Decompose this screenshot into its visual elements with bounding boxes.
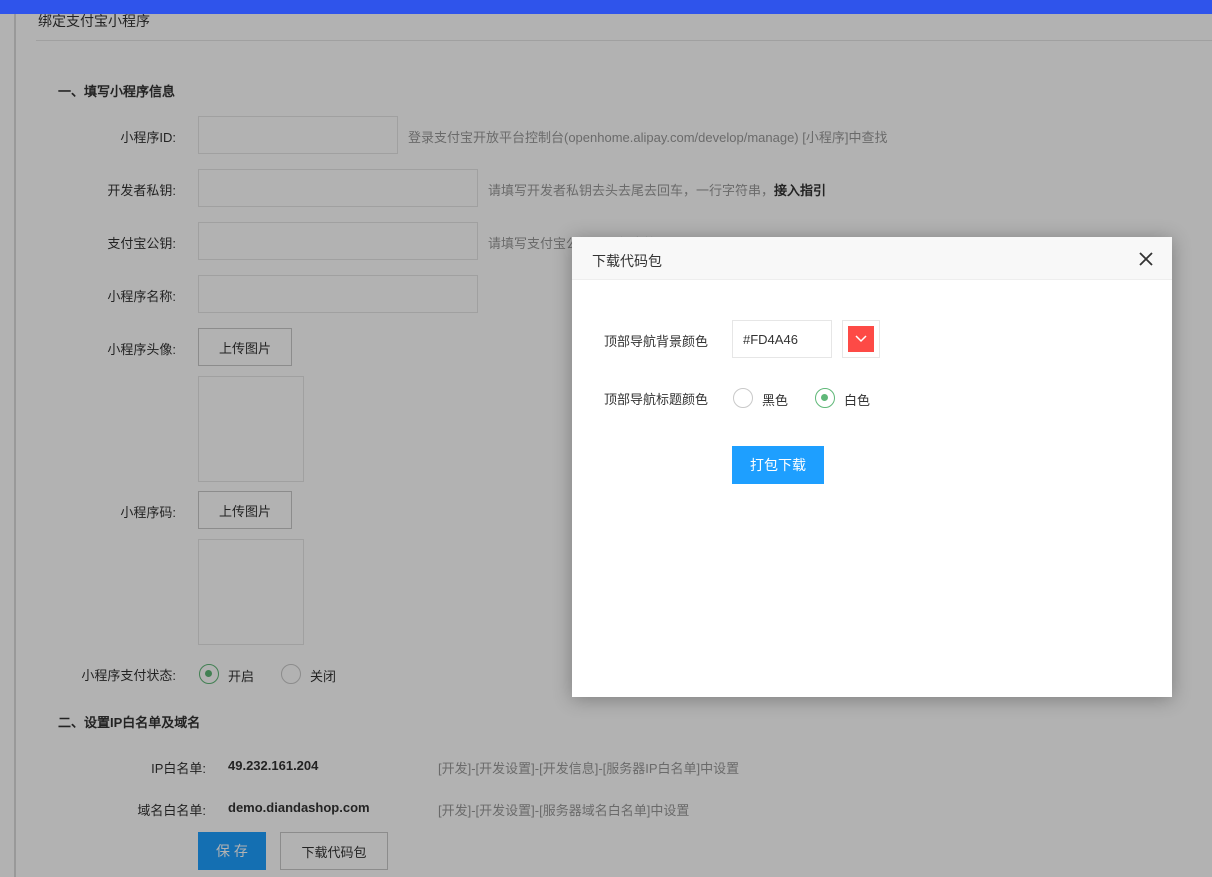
white-option-label[interactable]: 白色 bbox=[844, 390, 870, 409]
browser-top-bar bbox=[0, 0, 1212, 14]
bg-color-label: 顶部导航背景颜色 bbox=[604, 334, 709, 349]
download-package-dialog: 下载代码包 顶部导航背景颜色 #FD4A46 顶部导航标题颜色 黑色 白色 打包… bbox=[572, 237, 1172, 697]
dialog-title: 下载代码包 bbox=[592, 253, 662, 269]
dialog-header: 下载代码包 bbox=[572, 237, 1172, 280]
package-download-button[interactable]: 打包下载 bbox=[732, 446, 824, 484]
color-swatch bbox=[848, 326, 874, 352]
white-option-radio[interactable] bbox=[815, 388, 835, 408]
bg-color-input[interactable]: #FD4A46 bbox=[732, 320, 832, 358]
black-option-label[interactable]: 黑色 bbox=[762, 390, 788, 409]
chevron-down-icon bbox=[855, 335, 867, 343]
title-color-label: 顶部导航标题颜色 bbox=[604, 392, 709, 407]
close-icon[interactable] bbox=[1136, 249, 1156, 269]
black-option-radio[interactable] bbox=[733, 388, 753, 408]
color-picker-button[interactable] bbox=[842, 320, 880, 358]
